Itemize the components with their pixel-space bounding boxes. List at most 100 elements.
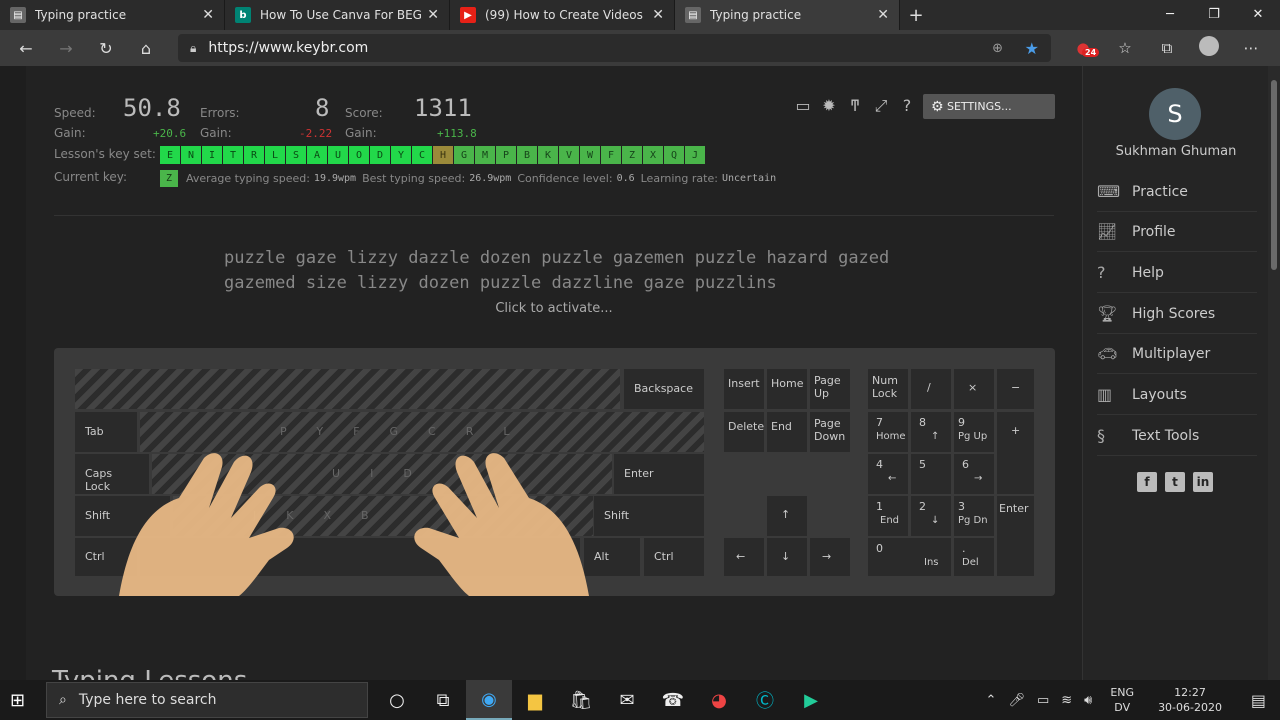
tab-4-active[interactable]: ▤ Typing practice ✕ <box>675 0 900 30</box>
avatar[interactable]: S <box>1149 88 1201 140</box>
keyset-label: Lesson's key set: <box>54 147 156 161</box>
close-tab-icon[interactable]: ✕ <box>202 7 214 23</box>
keybr-favicon-icon: ▤ <box>685 7 701 23</box>
facebook-icon[interactable]: f <box>1137 472 1157 492</box>
key-g: G <box>454 146 474 164</box>
collections-icon[interactable]: ⧉ <box>1146 39 1188 57</box>
key-q: Q <box>664 146 684 164</box>
sidebar-item-text-tools[interactable]: § Text Tools <box>1097 416 1257 456</box>
favorites-icon[interactable]: ☆ <box>1104 39 1146 57</box>
view-toolbar: ▭ ✹ ͳ ⤢ ? <box>790 96 920 116</box>
fullscreen-icon[interactable]: ⤢ <box>868 96 894 116</box>
tab-title: (99) How to Create Videos with A <box>485 8 646 22</box>
edge-icon[interactable]: ◉ <box>466 680 512 720</box>
battery-icon[interactable]: ▭ <box>1037 693 1049 708</box>
tab-bar: ▤ Typing practice ✕ b How To Use Canva F… <box>0 0 1280 30</box>
cortana-icon[interactable]: ○ <box>374 680 420 720</box>
maximize-icon[interactable]: ❐ <box>1192 0 1236 30</box>
key-num-plus: + <box>997 412 1034 494</box>
close-tab-icon[interactable]: ✕ <box>877 7 889 23</box>
key-pagedown: Page Down <box>810 412 850 452</box>
profile-name[interactable]: Sukhman Ghuman <box>1083 144 1268 159</box>
page-scrollbar[interactable] <box>1268 66 1280 680</box>
chevron-up-icon[interactable]: ⌃ <box>986 693 997 708</box>
back-icon[interactable]: ← <box>6 39 46 58</box>
key-num-7: 7 Home <box>868 412 908 452</box>
microphone-icon[interactable]: 🎤︎ <box>1008 693 1025 708</box>
theme-icon[interactable]: ✹ <box>816 96 842 116</box>
new-tab-icon[interactable]: + <box>902 0 930 30</box>
speed-gain-label: Gain: <box>54 126 86 140</box>
key-insert: Insert <box>724 369 764 409</box>
extension-icon[interactable]: ●24 <box>1062 39 1104 57</box>
hands-illustration <box>119 453 589 596</box>
app-icon[interactable]: ☎ <box>650 680 696 720</box>
windows-start-icon[interactable]: ⊞ <box>10 690 25 711</box>
chrome-icon[interactable]: ◕ <box>696 680 742 720</box>
taskbar-search[interactable]: ⌕ Type here to search <box>46 682 368 718</box>
sidebar-item-layouts[interactable]: ▥ Layouts <box>1097 375 1257 415</box>
zoom-icon[interactable]: ⊕ <box>992 41 1003 56</box>
notification-icon[interactable]: ▤ <box>1251 691 1266 710</box>
typing-lessons-heading: Typing Lessons <box>52 666 247 680</box>
key-num-multiply: × <box>954 369 994 409</box>
close-window-icon[interactable]: ✕ <box>1236 0 1280 30</box>
key-num-2: 2 ↓ <box>911 496 951 536</box>
close-tab-icon[interactable]: ✕ <box>427 7 439 23</box>
key-m: M <box>475 146 495 164</box>
sidebar-item-profile[interactable]: 📈︎ Profile <box>1097 212 1257 252</box>
key-e: E <box>160 146 180 164</box>
home-icon[interactable]: ⌂ <box>126 39 166 58</box>
settings-label: SETTINGS... <box>947 100 1012 113</box>
volume-icon[interactable]: 🔊︎ <box>1084 693 1092 708</box>
more-icon[interactable]: ⋯ <box>1230 39 1272 57</box>
favorite-star-icon[interactable]: ★ <box>1025 39 1039 58</box>
best-speed-value: 26.9wpm <box>469 173 512 184</box>
linkedin-icon[interactable]: in <box>1193 472 1213 492</box>
gear-icon: ⚙ <box>931 98 944 115</box>
screen-icon[interactable]: ▭ <box>790 96 816 116</box>
key-delete: Delete <box>724 412 764 452</box>
key-num-5: 5 <box>911 454 951 494</box>
current-key: Z <box>160 170 178 187</box>
key-end: End <box>767 412 807 452</box>
file-explorer-icon[interactable]: ▆ <box>512 680 558 720</box>
tab-1[interactable]: ▤ Typing practice ✕ <box>0 0 225 30</box>
sidebar-item-high-scores[interactable]: 🏆︎ High Scores <box>1097 294 1257 334</box>
twitter-icon[interactable]: t <box>1165 472 1185 492</box>
settings-button[interactable]: ⚙ SETTINGS... <box>923 94 1055 119</box>
url-field[interactable]: 🔒︎ https://www.keybr.com ⊕ ★ <box>178 34 1051 62</box>
refresh-icon[interactable]: ↻ <box>86 39 126 58</box>
sidebar-item-multiplayer[interactable]: 🚗︎ Multiplayer <box>1097 334 1257 374</box>
canva-icon[interactable]: Ⓒ <box>742 680 788 720</box>
key-x: X <box>643 146 663 164</box>
clock[interactable]: 12:27 30-06-2020 <box>1152 685 1228 715</box>
task-view-icon[interactable]: ⧉ <box>420 680 466 720</box>
store-icon[interactable]: 🛍︎ <box>558 680 604 720</box>
key-h: H <box>433 146 453 164</box>
tab-2[interactable]: b How To Use Canva For BEGINNERS ✕ <box>225 0 450 30</box>
address-bar: ← → ↻ ⌂ 🔒︎ https://www.keybr.com ⊕ ★ ●24… <box>0 30 1280 66</box>
practice-text[interactable]: puzzle gaze lizzy dazzle dozen puzzle ga… <box>224 246 889 296</box>
minimize-icon[interactable]: ─ <box>1148 0 1192 30</box>
help-circle-icon[interactable]: ? <box>894 96 920 116</box>
key-u: U <box>328 146 348 164</box>
sidebar-item-help[interactable]: ? Help <box>1097 253 1257 293</box>
tab-3[interactable]: ▶ (99) How to Create Videos with A ✕ <box>450 0 675 30</box>
scrollbar-thumb[interactable] <box>1271 80 1277 270</box>
mail-icon[interactable]: ✉ <box>604 680 650 720</box>
font-icon[interactable]: ͳ <box>842 96 868 116</box>
sidebar-item-practice[interactable]: ⌨ Practice <box>1097 172 1257 212</box>
forward-icon[interactable]: → <box>46 39 86 58</box>
keybr-favicon-icon: ▤ <box>10 7 26 23</box>
taskbar: ⊞ ⌕ Type here to search ○ ⧉ ◉ ▆ 🛍︎ ✉ ☎ ◕… <box>0 680 1280 720</box>
score-value: 1311 <box>414 94 472 122</box>
profile-icon[interactable] <box>1188 36 1230 60</box>
language-indicator[interactable]: ENG DV <box>1104 685 1140 715</box>
filmora-icon[interactable]: ▶ <box>788 680 834 720</box>
wifi-icon[interactable]: ≋ <box>1061 693 1072 708</box>
avg-speed-value: 19.9wpm <box>313 173 357 184</box>
key-shift-right: Shift <box>594 496 704 536</box>
activate-prompt[interactable]: Click to activate... <box>26 301 1082 316</box>
close-tab-icon[interactable]: ✕ <box>652 7 664 23</box>
